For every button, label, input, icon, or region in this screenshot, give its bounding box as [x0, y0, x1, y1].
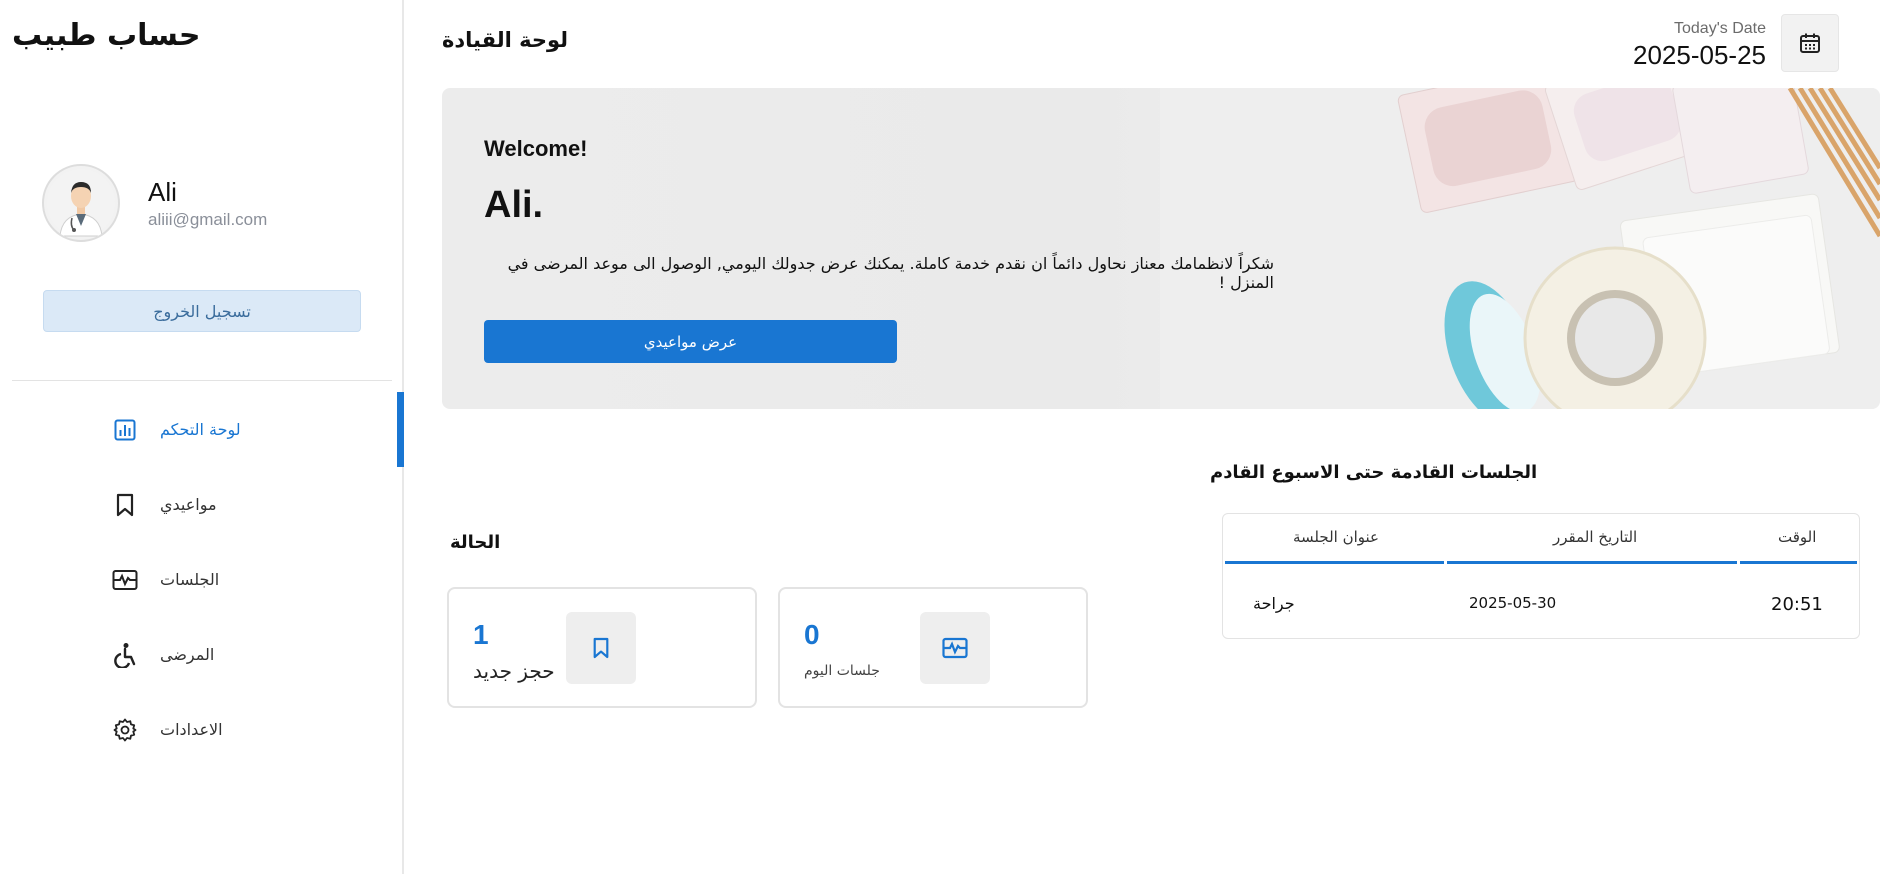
profile-info: Ali aliii@gmail.com: [148, 177, 267, 230]
sidebar-item-label: المرضى: [160, 645, 215, 664]
sidebar-item-sessions[interactable]: الجلسات: [0, 542, 404, 617]
column-header-time: الوقت: [1778, 528, 1817, 546]
page-title: لوحة القيادة: [442, 28, 569, 52]
welcome-message: شكراً لانظمامك معناز نحاول دائماً ان نقد…: [507, 254, 1274, 292]
column-underline: [1225, 561, 1444, 564]
welcome-name: Ali.: [484, 184, 544, 226]
wheelchair-icon: [112, 642, 138, 668]
status-title: الحالة: [450, 532, 501, 553]
avatar: [42, 164, 120, 242]
sessions-title: الجلسات القادمة حتى الاسبوع القادم: [1210, 462, 1538, 483]
cell-session-date: 2025-05-30: [1469, 594, 1557, 612]
profile-name: Ali: [148, 176, 177, 207]
view-appointments-button[interactable]: عرض مواعيدي: [484, 320, 897, 363]
cell-session-time: 20:51: [1771, 594, 1823, 615]
sidebar-nav: لوحة التحكم مواعيدي الجلسات المرضى الاعد…: [0, 392, 404, 767]
active-indicator: [397, 392, 404, 467]
sessions-table: عنوان الجلسة التاريخ المقرر الوقت جراحة …: [1222, 513, 1860, 639]
cell-session-title: جراحة: [1253, 594, 1295, 613]
stat-label: حجز جديد: [473, 659, 555, 683]
column-underline: [1740, 561, 1857, 564]
bookmark-icon: [566, 612, 636, 684]
dashboard-chart-icon: [112, 417, 138, 443]
profile-section: Ali aliii@gmail.com: [42, 164, 267, 242]
sidebar: حساب طبيب Ali aliii@gmail.com تسجيل الخر…: [0, 0, 404, 874]
sidebar-item-label: الاعدادات: [160, 720, 223, 739]
brand-title: حساب طبيب: [12, 18, 201, 53]
sidebar-item-settings[interactable]: الاعدادات: [0, 692, 404, 767]
date-value: 2025-05-25: [1633, 40, 1766, 70]
sidebar-item-label: لوحة التحكم: [160, 420, 241, 439]
bookmark-icon: [112, 492, 138, 518]
calendar-icon: [1800, 33, 1820, 53]
sidebar-item-appointments[interactable]: مواعيدي: [0, 467, 404, 542]
sidebar-divider: [12, 380, 392, 381]
stat-value: 1: [473, 619, 489, 650]
stat-card-new-bookings: 1 حجز جديد: [447, 587, 757, 708]
medical-supplies-image: [1160, 88, 1880, 409]
profile-email: aliii@gmail.com: [148, 209, 268, 229]
sidebar-item-label: الجلسات: [160, 570, 220, 589]
welcome-banner: Welcome! Ali. شكراً لانظمامك معناز نحاول…: [442, 88, 1880, 409]
calendar-button[interactable]: [1781, 14, 1839, 72]
sidebar-item-patients[interactable]: المرضى: [0, 617, 404, 692]
app: حساب طبيب Ali aliii@gmail.com تسجيل الخر…: [0, 0, 1896, 874]
activity-monitor-icon: [920, 612, 990, 684]
column-underline: [1447, 561, 1737, 564]
welcome-heading: Welcome!: [484, 136, 588, 161]
sidebar-item-dashboard[interactable]: لوحة التحكم: [0, 392, 404, 467]
column-header-date: التاريخ المقرر: [1553, 528, 1638, 546]
gear-icon: [112, 717, 138, 743]
column-header-title: عنوان الجلسة: [1293, 528, 1379, 546]
logout-button[interactable]: تسجيل الخروج: [43, 290, 361, 332]
date-label: Today's Date: [1674, 20, 1766, 37]
doctor-avatar-icon: [47, 169, 115, 237]
stat-value: 0: [804, 619, 820, 650]
stat-card-today-sessions: 0 جلسات اليوم: [778, 587, 1088, 708]
stat-label: جلسات اليوم: [804, 663, 880, 679]
activity-monitor-icon: [112, 567, 138, 593]
sidebar-item-label: مواعيدي: [160, 495, 217, 514]
date-block: Today's Date 2025-05-25: [1633, 20, 1766, 71]
